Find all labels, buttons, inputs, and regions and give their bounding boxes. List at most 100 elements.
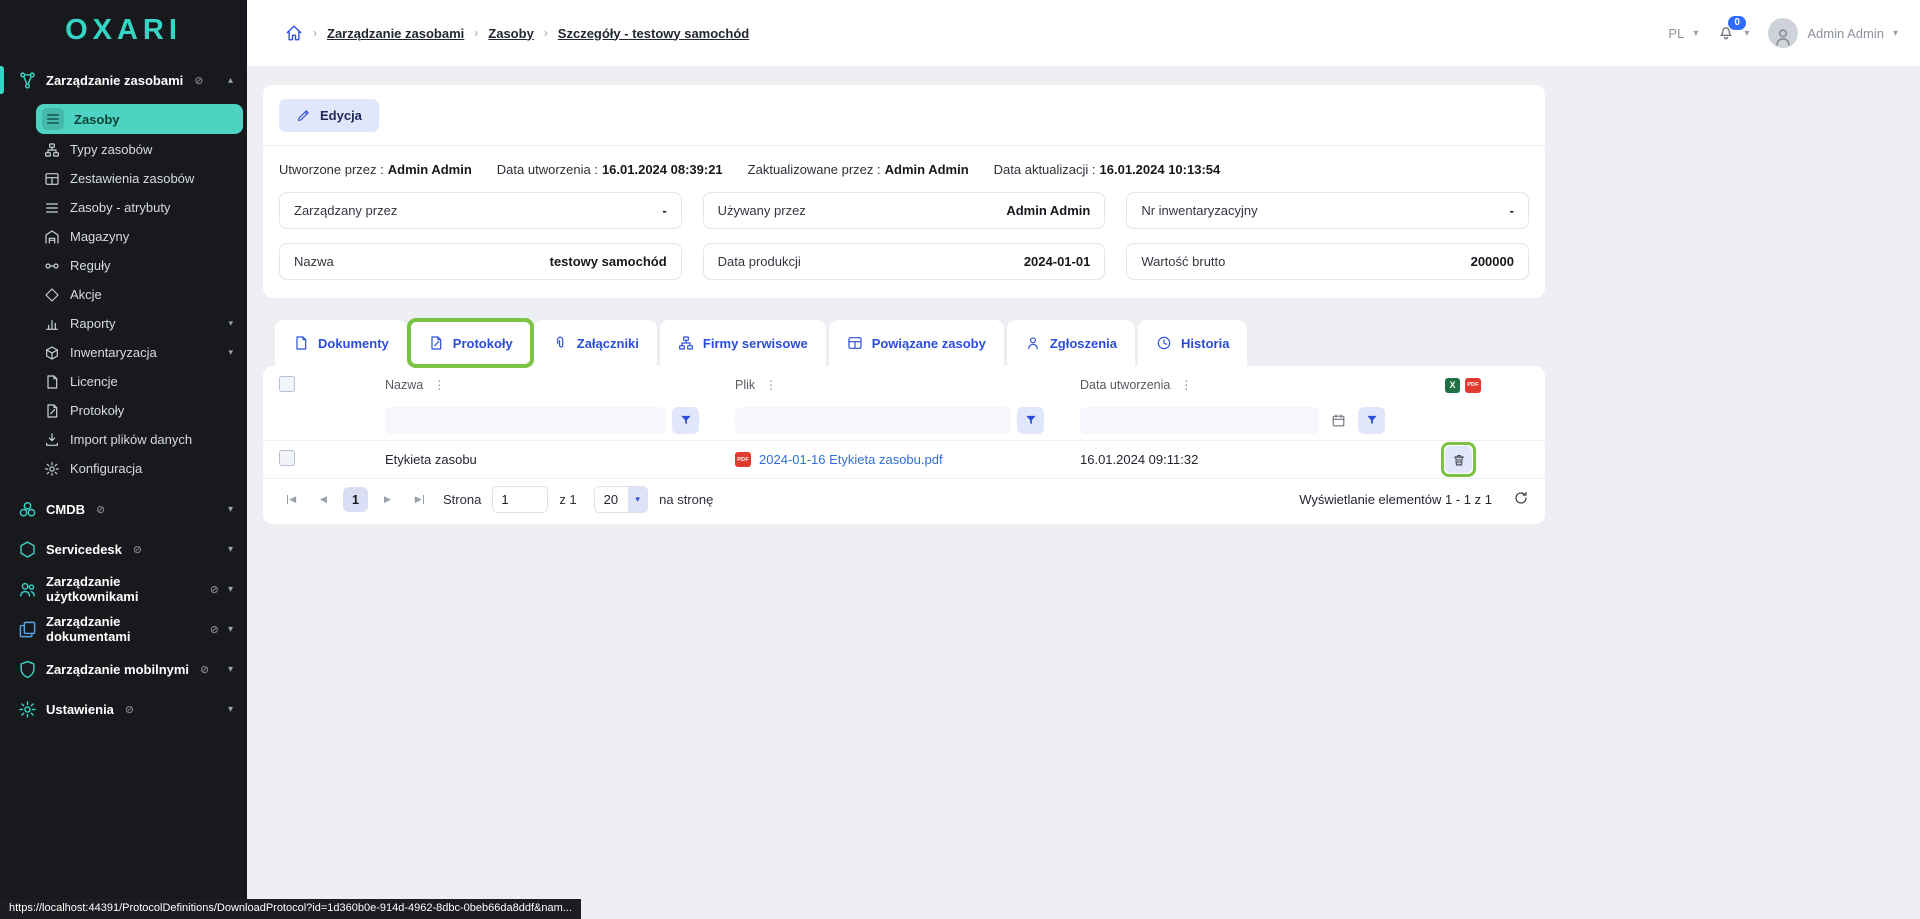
chevron-up-icon: ▴ bbox=[228, 75, 233, 86]
chevron-down-icon[interactable]: ▾ bbox=[1744, 28, 1749, 39]
sidebar-item-protokoly[interactable]: Protokoły bbox=[0, 396, 247, 425]
table-filter-row bbox=[263, 404, 1545, 440]
row-checkbox[interactable] bbox=[279, 450, 295, 466]
sidebar-item-typy-zasobow[interactable]: Typy zasobów bbox=[0, 135, 247, 164]
list-icon bbox=[42, 108, 64, 130]
link-icon bbox=[44, 258, 60, 274]
chevron-down-icon: ▾ bbox=[228, 504, 233, 515]
delete-row-button[interactable] bbox=[1445, 446, 1472, 473]
license-badge-icon: ⊘ bbox=[200, 663, 209, 676]
sidebar-item-zasoby[interactable]: Zasoby bbox=[36, 104, 243, 134]
prev-page-button[interactable]: ◀ bbox=[311, 487, 336, 512]
first-page-button[interactable]: ◀ bbox=[279, 487, 304, 512]
field-label: Wartość brutto bbox=[1141, 254, 1225, 269]
sidebar-item-zestawienia-zasobow[interactable]: Zestawienia zasobów bbox=[0, 164, 247, 193]
filter-date-picker-button[interactable] bbox=[1325, 407, 1352, 434]
tab-protokoly[interactable]: Protokoły bbox=[410, 320, 531, 366]
home-icon[interactable] bbox=[285, 24, 303, 42]
refresh-button[interactable] bbox=[1513, 490, 1529, 509]
sidebar-item-label: Zarządzanie zasobami bbox=[46, 73, 183, 88]
chevron-down-icon[interactable]: ▾ bbox=[1693, 28, 1698, 39]
chart-icon bbox=[44, 316, 60, 332]
field-nazwa: Nazwa testowy samochód bbox=[279, 243, 682, 280]
table-icon bbox=[44, 171, 60, 187]
filter-plik bbox=[735, 407, 1080, 434]
users-icon bbox=[18, 580, 37, 599]
sidebar-item-reguly[interactable]: Reguły bbox=[0, 251, 247, 280]
column-menu-icon[interactable]: ⋮ bbox=[433, 378, 445, 392]
filter-plik-input[interactable] bbox=[735, 407, 1011, 434]
column-menu-icon[interactable]: ⋮ bbox=[765, 378, 777, 392]
tab-historia[interactable]: Historia bbox=[1138, 320, 1247, 366]
tab-firmy-serwisowe[interactable]: Firmy serwisowe bbox=[660, 320, 826, 366]
column-header-nazwa: Nazwa⋮ bbox=[385, 378, 735, 392]
filter-nazwa-input[interactable] bbox=[385, 407, 666, 434]
chevron-down-icon[interactable]: ▾ bbox=[1893, 28, 1898, 39]
avatar[interactable] bbox=[1768, 18, 1798, 48]
table-row[interactable]: Etykieta zasobu PDF 2024-01-16 Etykieta … bbox=[263, 440, 1545, 479]
field-value: testowy samochód bbox=[550, 254, 667, 269]
breadcrumb-link-zarzadzanie-zasobami[interactable]: Zarządzanie zasobami bbox=[327, 26, 464, 41]
breadcrumb-separator: › bbox=[544, 26, 548, 40]
sidebar-item-label: Typy zasobów bbox=[70, 142, 152, 157]
column-menu-icon[interactable]: ⋮ bbox=[1180, 378, 1192, 392]
sidebar-item-licencje[interactable]: Licencje bbox=[0, 367, 247, 396]
column-label: Data utworzenia bbox=[1080, 378, 1170, 392]
sidebar-item-zarzadzanie-dokumentami[interactable]: Zarządzanie dokumentami ⊘ ▾ bbox=[0, 609, 247, 649]
sidebar-item-zasoby-atrybuty[interactable]: Zasoby - atrybuty bbox=[0, 193, 247, 222]
sidebar-item-akcje[interactable]: Akcje bbox=[0, 280, 247, 309]
meta-value: 16.01.2024 10:13:54 bbox=[1100, 162, 1221, 177]
page-number-input[interactable] bbox=[492, 486, 548, 513]
field-label: Używany przez bbox=[718, 203, 806, 218]
warehouse-icon bbox=[44, 229, 60, 245]
page-1-button[interactable]: 1 bbox=[343, 487, 368, 512]
field-label: Nazwa bbox=[294, 254, 334, 269]
field-data-produkcji: Data produkcji 2024-01-01 bbox=[703, 243, 1106, 280]
shield-icon bbox=[18, 660, 37, 679]
file-download-link[interactable]: 2024-01-16 Etykieta zasobu.pdf bbox=[759, 452, 943, 467]
sidebar-item-magazyny[interactable]: Magazyny bbox=[0, 222, 247, 251]
meta-value: Admin Admin bbox=[885, 162, 969, 177]
tab-label: Załączniki bbox=[577, 336, 639, 351]
breadcrumb-link-szczegoly[interactable]: Szczegóły - testowy samochód bbox=[558, 26, 749, 41]
sidebar-item-raporty[interactable]: Raporty ▾ bbox=[0, 309, 247, 338]
sidebar-item-label: Import plików danych bbox=[70, 432, 192, 447]
sidebar-item-import-plikow-danych[interactable]: Import plików danych bbox=[0, 425, 247, 454]
chevron-down-icon: ▾ bbox=[228, 347, 233, 358]
select-all-checkbox[interactable] bbox=[279, 376, 295, 392]
notifications-button[interactable]: 0 bbox=[1717, 23, 1735, 44]
sidebar-item-zarzadzanie-uzytkownikami[interactable]: Zarządzanie użytkownikami ⊘ ▾ bbox=[0, 569, 247, 609]
pdf-export-icon[interactable]: PDF bbox=[1465, 378, 1481, 393]
last-page-button[interactable]: ▶ bbox=[407, 487, 432, 512]
sidebar: OXARI Zarządzanie zasobami ⊘ ▴ Zasoby Ty… bbox=[0, 0, 247, 919]
sidebar-item-inwentaryzacja[interactable]: Inwentaryzacja ▾ bbox=[0, 338, 247, 367]
breadcrumb: › Zarządzanie zasobami › Zasoby › Szczeg… bbox=[285, 24, 749, 42]
sidebar-item-cmdb[interactable]: CMDB ⊘ ▾ bbox=[0, 489, 247, 529]
paperclip-icon bbox=[552, 335, 568, 351]
tab-zgloszenia[interactable]: Zgłoszenia bbox=[1007, 320, 1135, 366]
excel-export-icon[interactable]: X bbox=[1445, 378, 1460, 393]
sidebar-item-ustawienia[interactable]: Ustawienia ⊘ ▾ bbox=[0, 689, 247, 729]
filter-plik-button[interactable] bbox=[1017, 407, 1044, 434]
sidebar-item-zarzadzanie-mobilnymi[interactable]: Zarządzanie mobilnymi ⊘ ▾ bbox=[0, 649, 247, 689]
breadcrumb-link-zasoby[interactable]: Zasoby bbox=[488, 26, 534, 41]
user-name[interactable]: Admin Admin bbox=[1807, 26, 1884, 41]
sidebar-item-servicedesk[interactable]: Servicedesk ⊘ ▾ bbox=[0, 529, 247, 569]
sidebar-item-konfiguracja[interactable]: Konfiguracja bbox=[0, 454, 247, 483]
page-size-select[interactable]: 20 ▾ bbox=[594, 486, 648, 513]
prev-triangle-icon: ◀ bbox=[320, 494, 327, 505]
filter-data-input[interactable] bbox=[1080, 407, 1319, 434]
funnel-icon bbox=[679, 413, 693, 427]
edit-button[interactable]: Edycja bbox=[279, 99, 379, 132]
document-pen-icon bbox=[428, 335, 444, 351]
language-selector[interactable]: PL bbox=[1668, 26, 1684, 41]
field-value: 200000 bbox=[1471, 254, 1514, 269]
sidebar-item-label: Zasoby bbox=[74, 112, 120, 127]
tab-dokumenty[interactable]: Dokumenty bbox=[275, 320, 407, 366]
tab-zalaczniki[interactable]: Załączniki bbox=[534, 320, 657, 366]
filter-data-button[interactable] bbox=[1358, 407, 1385, 434]
sidebar-item-zarzadzanie-zasobami[interactable]: Zarządzanie zasobami ⊘ ▴ bbox=[0, 60, 247, 100]
next-page-button[interactable]: ▶ bbox=[375, 487, 400, 512]
tab-powiazane-zasoby[interactable]: Powiązane zasoby bbox=[829, 320, 1004, 366]
filter-nazwa-button[interactable] bbox=[672, 407, 699, 434]
